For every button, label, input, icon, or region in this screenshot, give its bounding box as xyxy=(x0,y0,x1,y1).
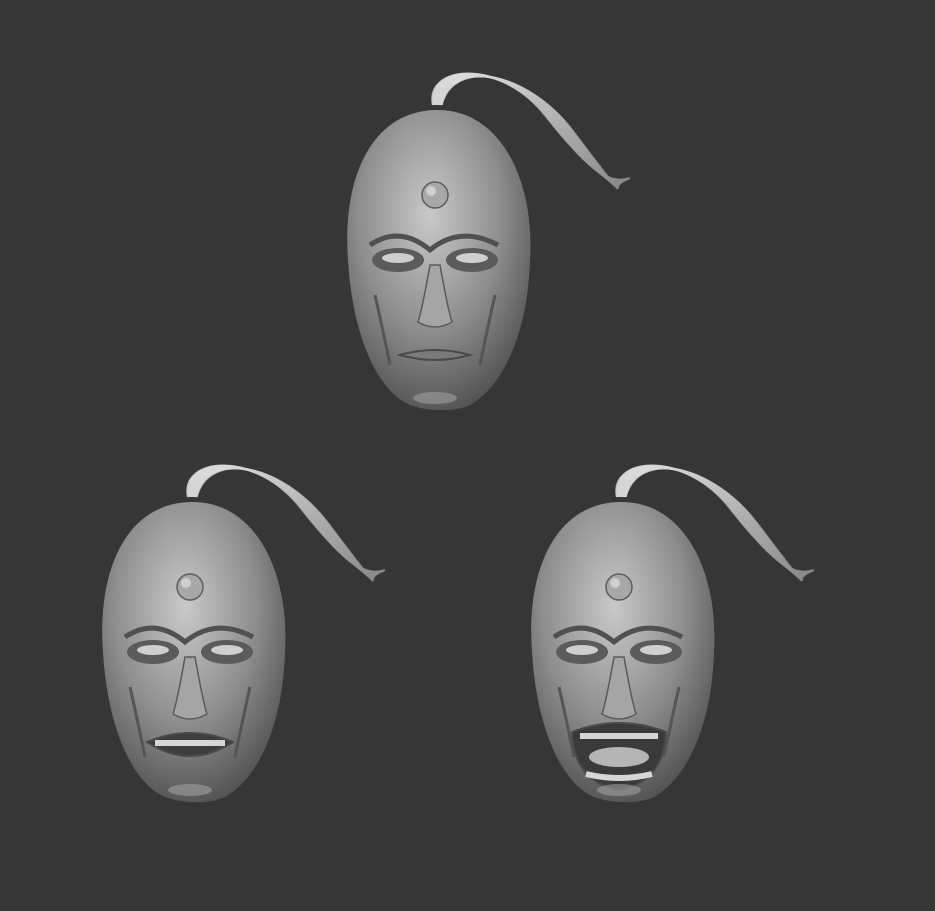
mouth xyxy=(396,349,474,361)
chin xyxy=(597,784,641,796)
face-sculpt xyxy=(347,109,531,411)
sculpt-viewport xyxy=(0,0,935,911)
chin xyxy=(413,392,457,404)
head-snarl-sculpt xyxy=(102,464,386,803)
head-roar xyxy=(514,452,854,812)
head-neutral-sculpt xyxy=(347,72,631,411)
head-neutral xyxy=(330,60,670,420)
head-snarl xyxy=(85,452,425,812)
chin xyxy=(168,784,212,796)
head-roar-sculpt xyxy=(531,464,815,803)
face-sculpt xyxy=(102,501,286,803)
